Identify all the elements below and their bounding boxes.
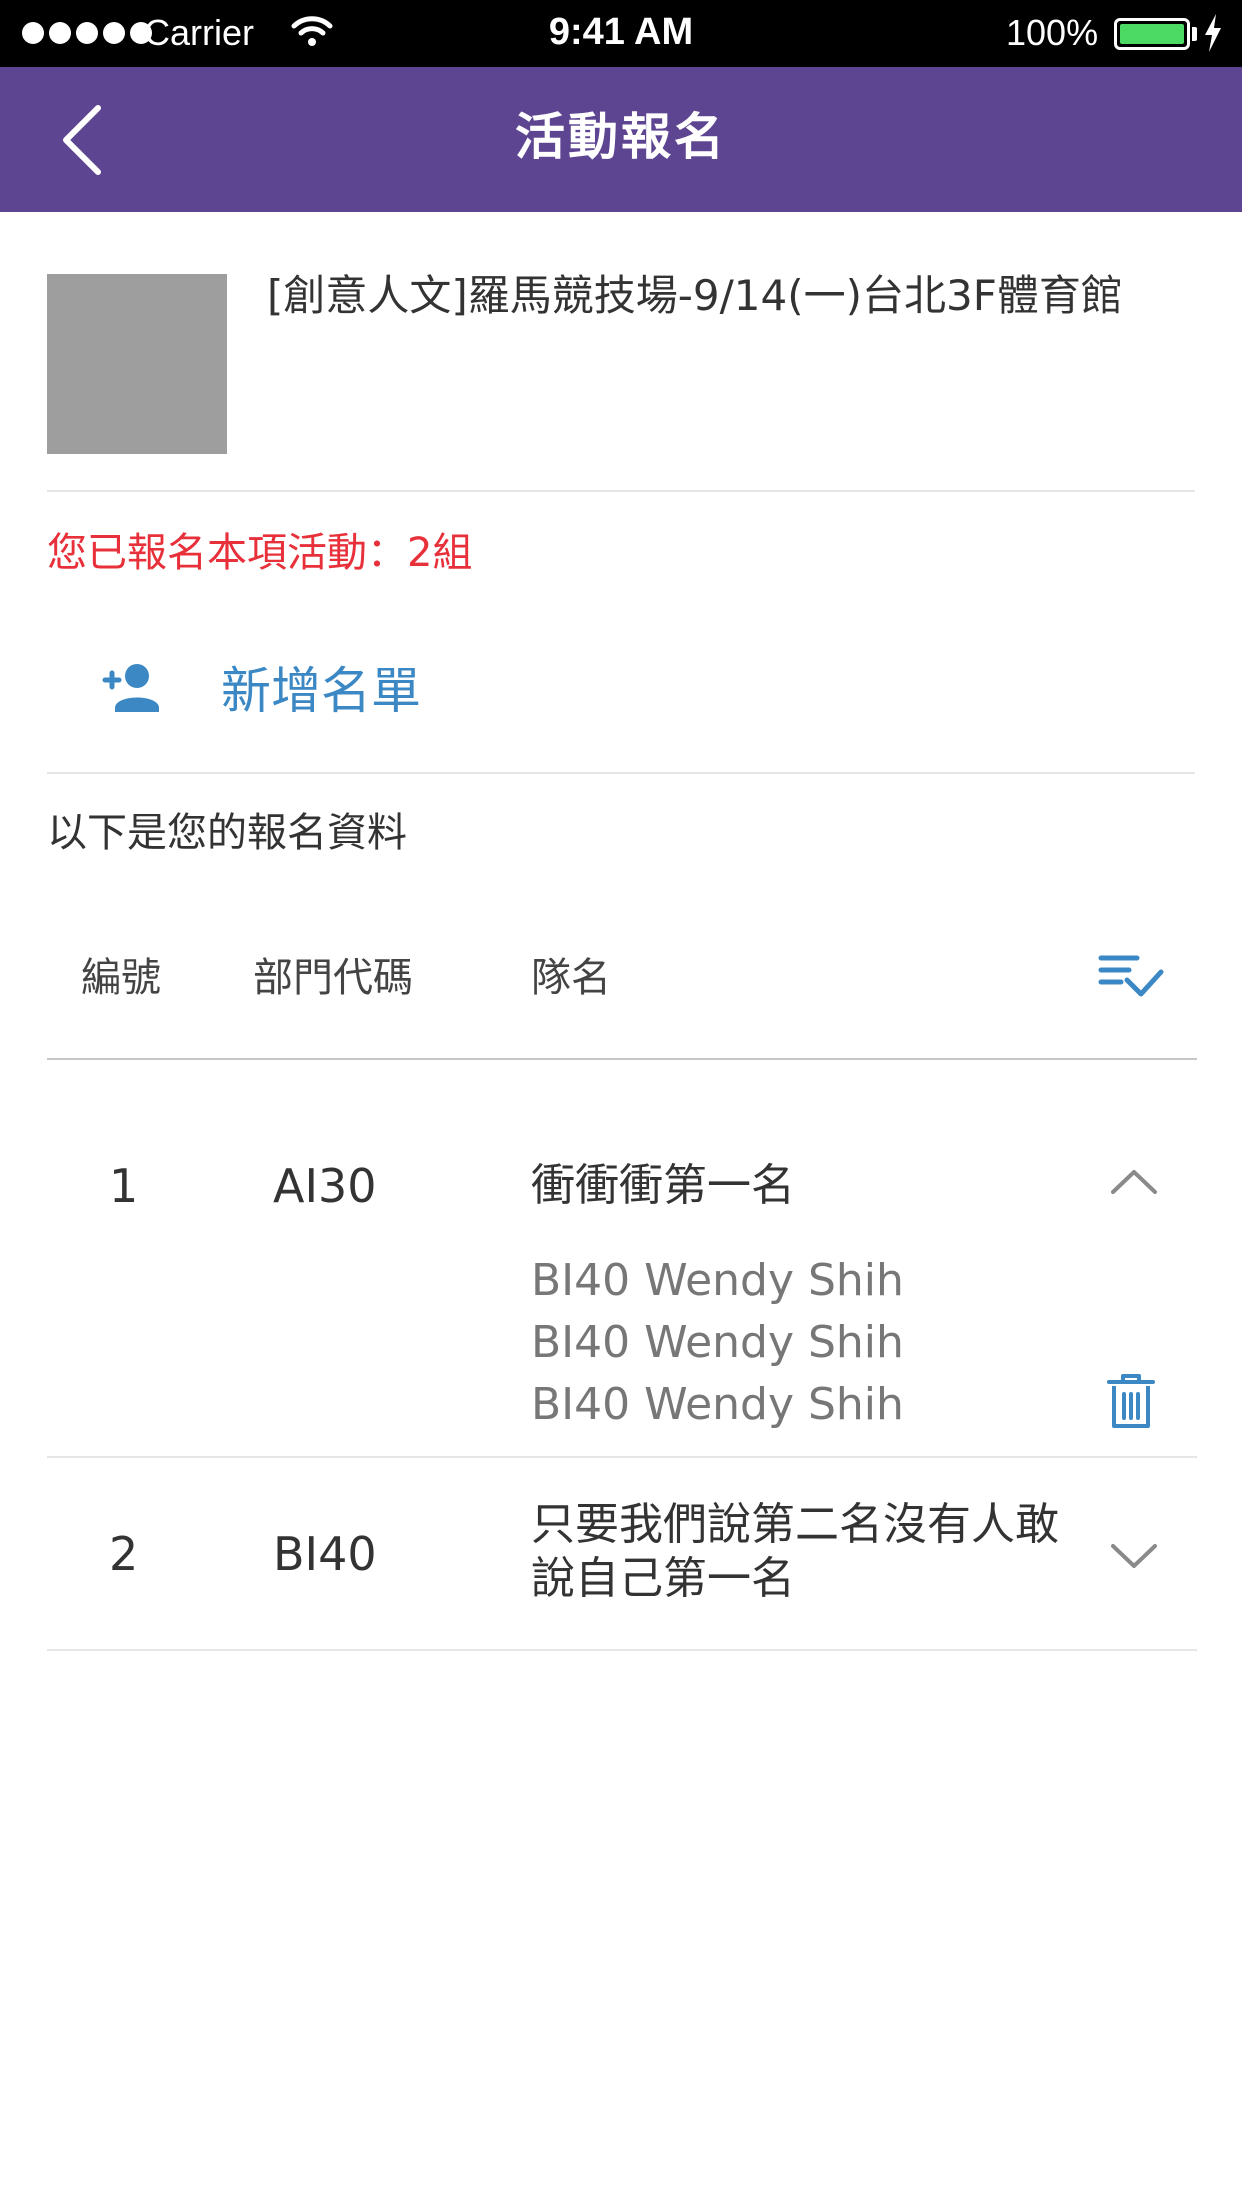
battery-tip	[1192, 27, 1197, 41]
info-label: 以下是您的報名資料	[47, 810, 407, 856]
row-dept-code: AI30	[273, 1159, 377, 1213]
row-dept-code: BI40	[273, 1527, 377, 1581]
table-row[interactable]: 1 AI30 衝衝衝第一名 BI40 Wendy Shih BI40 Wendy…	[47, 1060, 1197, 1458]
row-team-name: 只要我們說第二名沒有人敢說自己第一名	[531, 1499, 1059, 1604]
header-team-name: 隊名	[531, 955, 611, 1001]
add-person-icon	[97, 658, 161, 720]
member-item: BI40 Wendy Shih	[531, 1379, 904, 1430]
event-header: [創意人文]羅馬競技場-9/14(一)台北3F體育館	[47, 212, 1195, 492]
charging-bolt-icon	[1203, 14, 1223, 56]
row-number: 1	[109, 1159, 139, 1213]
header-dept-code: 部門代碼	[253, 955, 413, 1001]
battery-icon	[1114, 18, 1190, 50]
row-number: 2	[109, 1527, 139, 1581]
member-list: BI40 Wendy Shih BI40 Wendy Shih BI40 Wen…	[531, 1250, 904, 1436]
table-header: 編號 部門代碼 隊名	[47, 910, 1197, 1060]
registration-count-text: 您已報名本項活動：2組	[47, 530, 473, 576]
chevron-down-icon[interactable]	[1109, 1542, 1159, 1576]
row-team-name: 衝衝衝第一名	[531, 1160, 795, 1211]
add-list-label: 新增名單	[221, 662, 421, 720]
status-bar: Carrier 9:41 AM 100%	[0, 0, 1242, 67]
page-title: 活動報名	[515, 108, 727, 166]
event-name: [創意人文]羅馬競技場-9/14(一)台北3F體育館	[267, 271, 1123, 320]
sort-check-icon[interactable]	[1097, 952, 1167, 1006]
event-thumbnail	[47, 274, 227, 454]
add-list-button[interactable]: 新增名單	[47, 640, 1195, 774]
battery-percent: 100%	[1006, 12, 1099, 53]
table-row[interactable]: 2 BI40 只要我們說第二名沒有人敢說自己第一名	[47, 1458, 1197, 1651]
member-item: BI40 Wendy Shih	[531, 1317, 904, 1368]
nav-bar: 活動報名	[0, 67, 1242, 212]
trash-icon[interactable]	[1105, 1372, 1157, 1434]
header-number: 編號	[81, 955, 161, 1001]
chevron-up-icon[interactable]	[1109, 1166, 1159, 1200]
member-item: BI40 Wendy Shih	[531, 1255, 904, 1306]
